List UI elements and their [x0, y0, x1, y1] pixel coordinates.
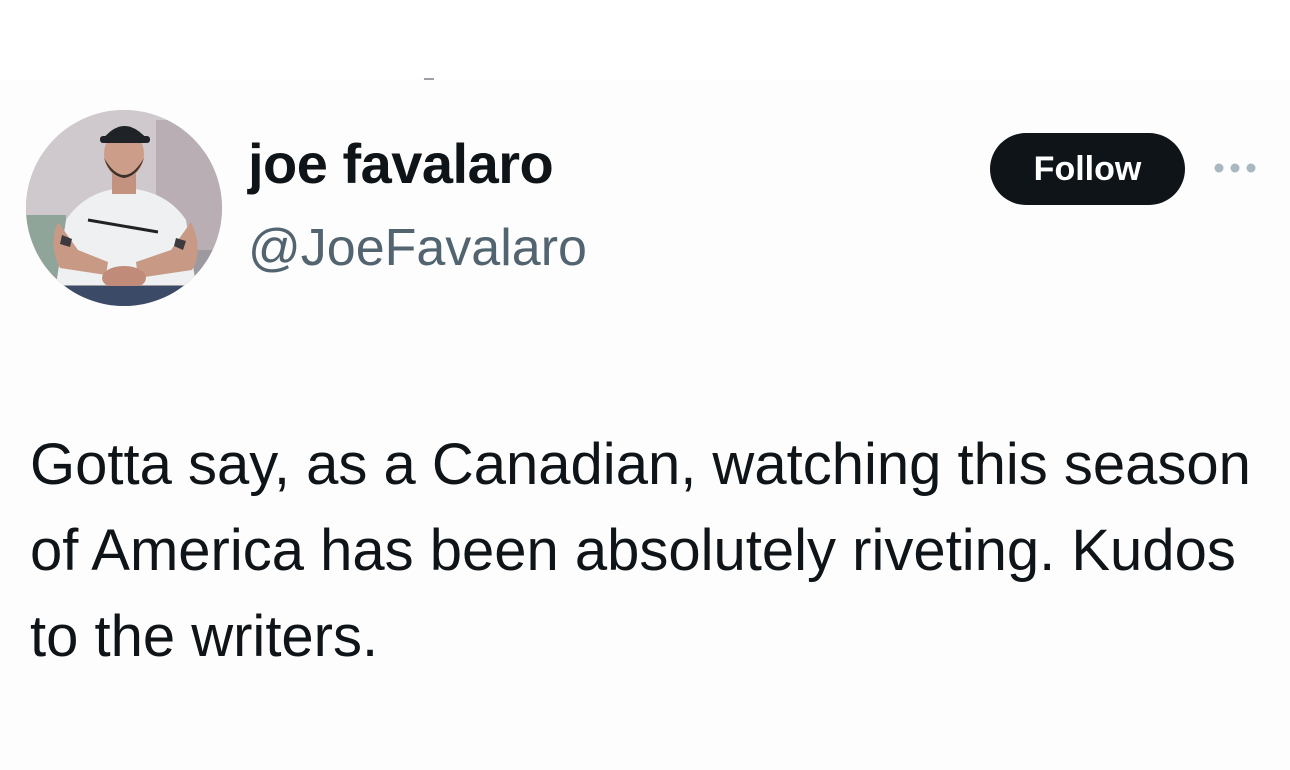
more-horizontal-icon[interactable] [1212, 158, 1258, 178]
user-handle[interactable]: @JoeFavalaro [248, 222, 587, 274]
separator-tick [424, 78, 434, 80]
display-name[interactable]: joe favalaro [248, 136, 554, 192]
tweet-text: Gotta say, as a Canadian, watching this … [30, 432, 1251, 669]
avatar-photo [26, 110, 222, 306]
tweet-card: joe favalaro @JoeFavalaro Follow Gotta s… [0, 0, 1290, 770]
top-strip [0, 0, 1290, 80]
avatar[interactable] [26, 110, 222, 306]
follow-button[interactable]: Follow [990, 133, 1185, 205]
